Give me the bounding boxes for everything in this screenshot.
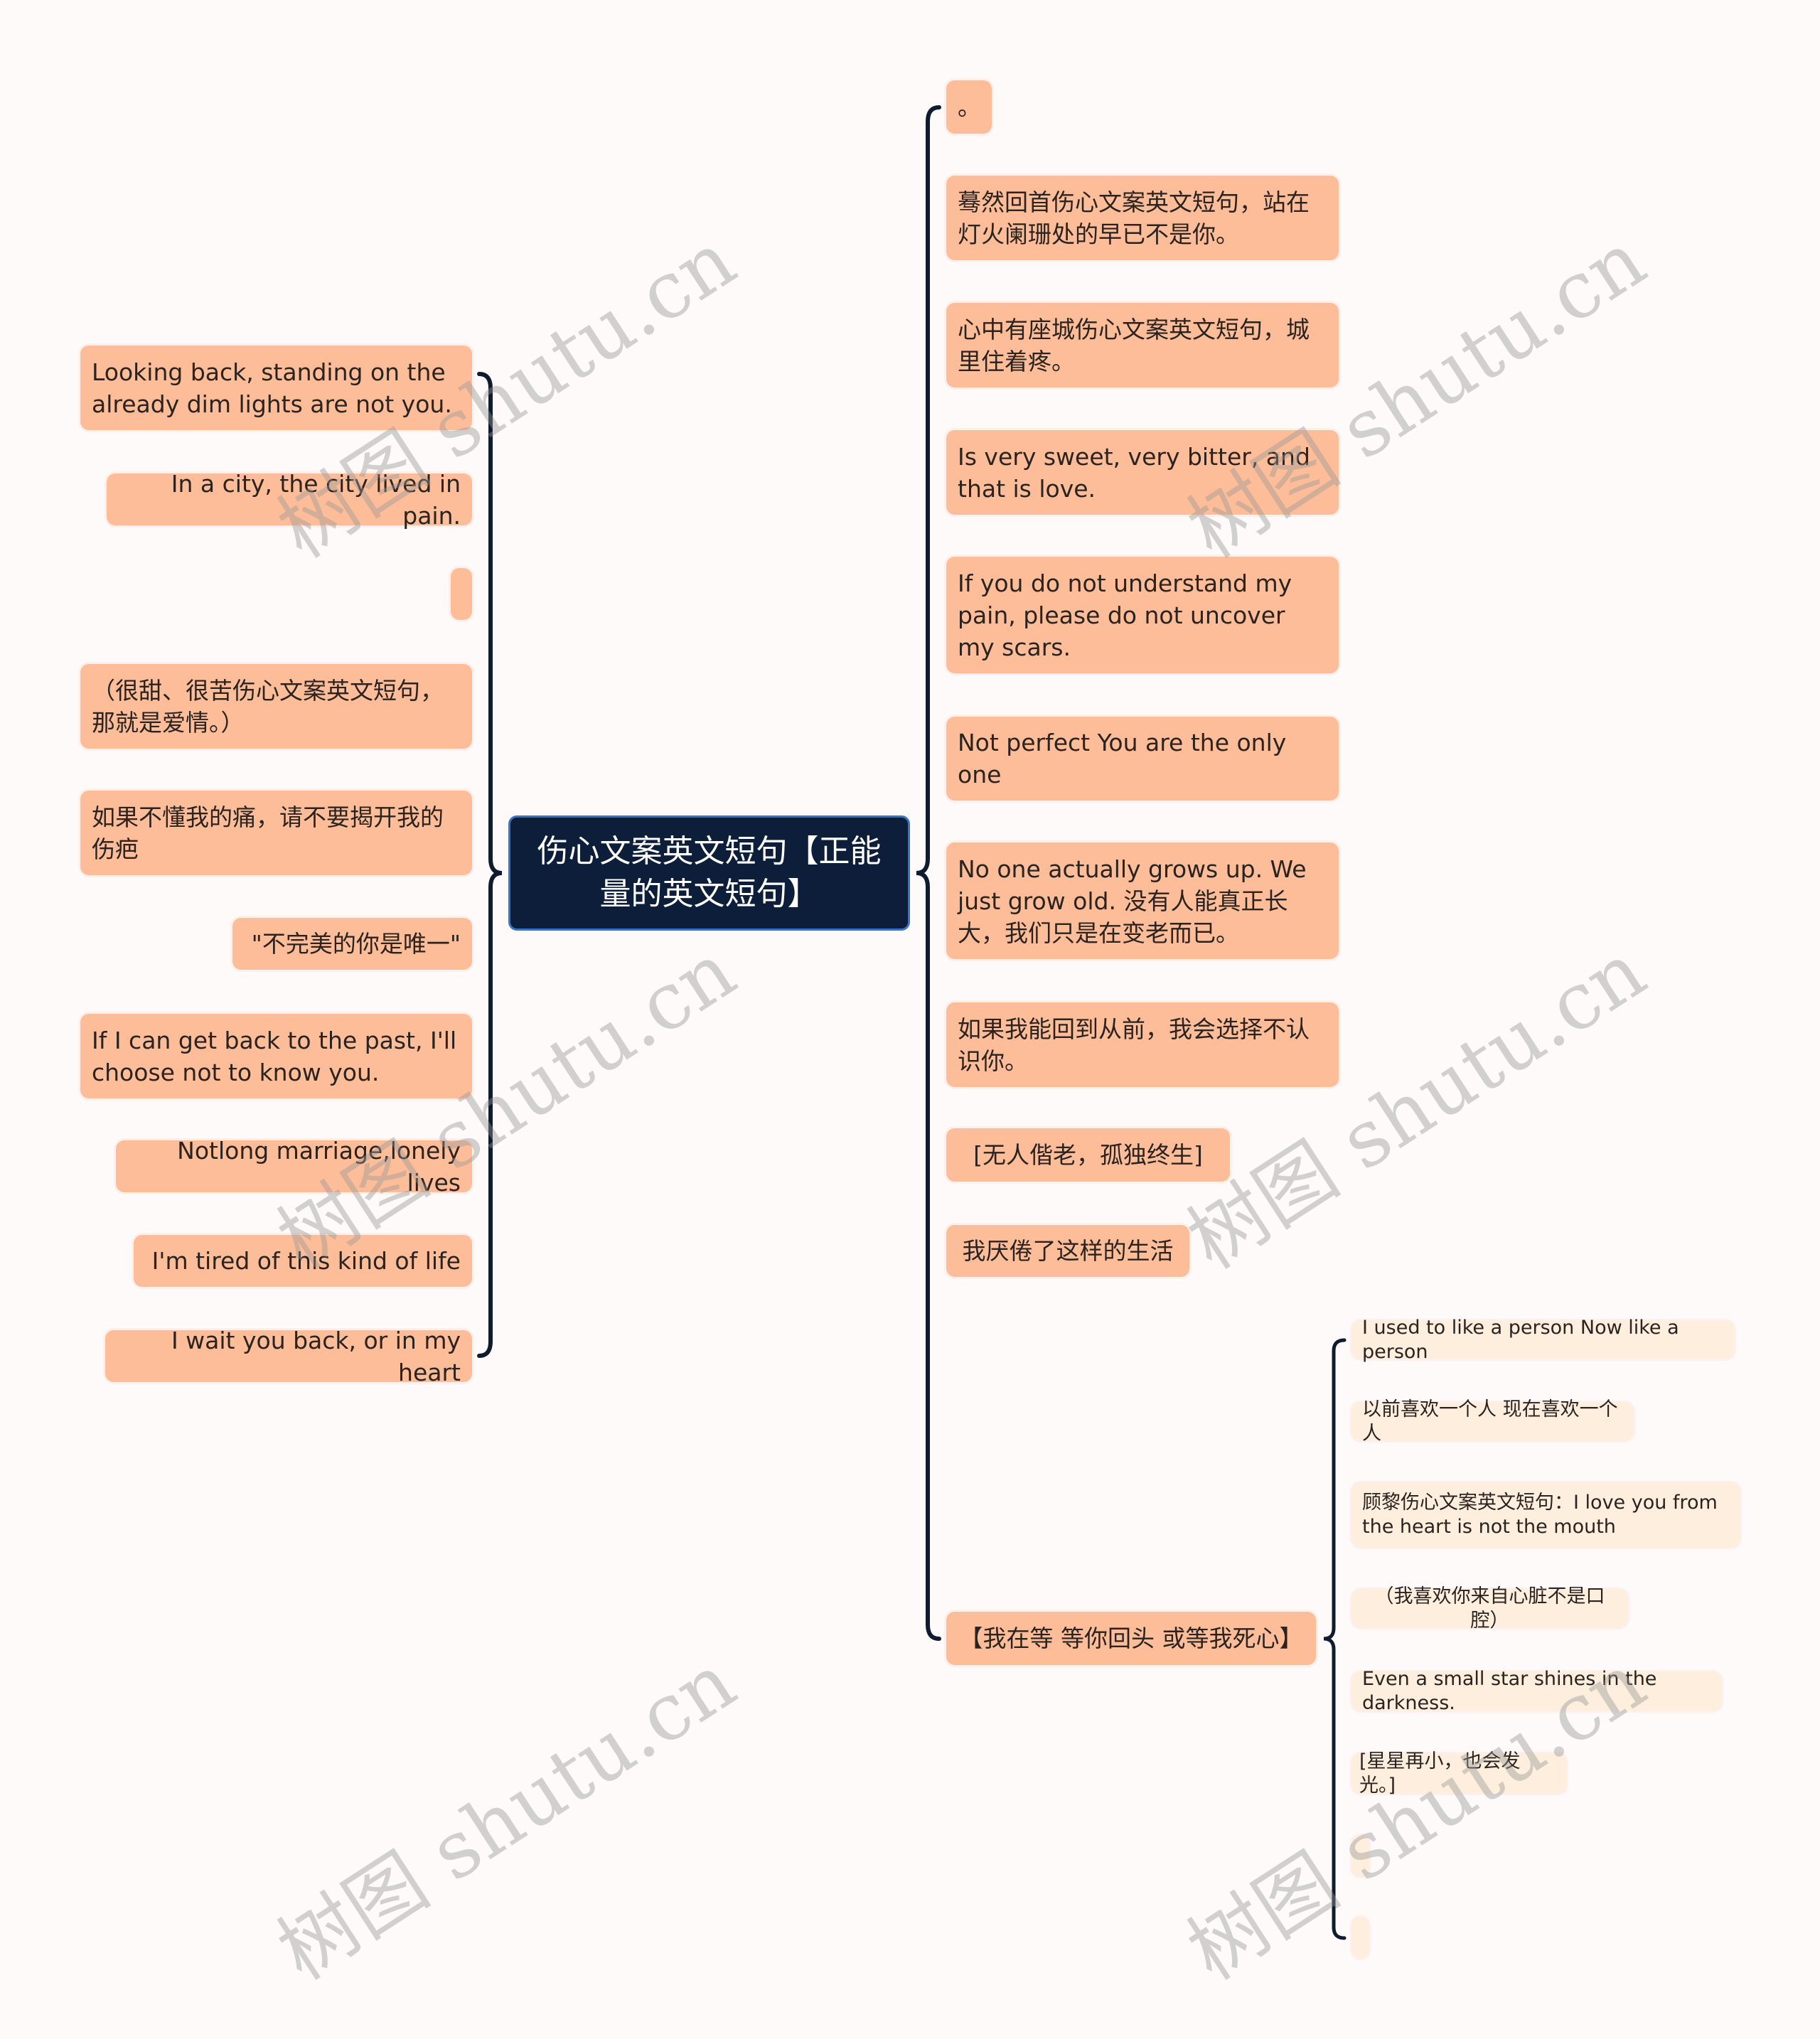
sub-node-7-empty[interactable] xyxy=(1352,1836,1369,1876)
right-node-4[interactable]: Is very sweet, very bitter, and that is … xyxy=(946,430,1339,515)
node-text: "不完美的你是唯一" xyxy=(251,930,461,958)
left-node-6[interactable]: "不完美的你是唯一" xyxy=(232,918,472,970)
node-text: 蓦然回首伤心文案英文短句，站在灯火阑珊处的早已不是你。 xyxy=(958,188,1310,248)
node-text: I used to like a person Now like a perso… xyxy=(1362,1316,1679,1363)
node-text: Notlong marriage,lonely lives xyxy=(177,1136,461,1197)
watermark: 树图 shutu.cn xyxy=(1172,925,1661,1287)
sub-node-3[interactable]: 顾黎伤心文案英文短句：I love you from the heart is … xyxy=(1352,1483,1740,1547)
right-node-2[interactable]: 蓦然回首伤心文案英文短句，站在灯火阑珊处的早已不是你。 xyxy=(946,176,1339,260)
left-node-4[interactable]: （很甜、很苦伤心文案英文短句，那就是爱情。） xyxy=(80,664,472,749)
node-text: Not perfect You are the only one xyxy=(958,729,1287,788)
right-node-3[interactable]: 心中有座城伤心文案英文短句，城里住着疼。 xyxy=(946,303,1339,387)
node-text: （很甜、很苦伤心文案英文短句，那就是爱情。） xyxy=(92,676,444,737)
node-text: 。 xyxy=(958,93,981,121)
left-node-3-empty[interactable] xyxy=(451,568,472,620)
sub-node-5[interactable]: Even a small star shines in the darkness… xyxy=(1352,1668,1721,1714)
node-text: Looking back, standing on the already di… xyxy=(92,358,452,418)
node-text: （我喜欢你来自心脏不是口腔） xyxy=(1374,1585,1605,1632)
left-branch-bracket xyxy=(477,372,503,1358)
node-text: 顾黎伤心文案英文短句：I love you from the heart is … xyxy=(1362,1492,1718,1538)
watermark: 树图 shutu.cn xyxy=(262,1636,751,1998)
left-node-7[interactable]: If I can get back to the past, I'll choo… xyxy=(80,1014,472,1098)
node-text: Even a small star shines in the darkness… xyxy=(1362,1668,1657,1714)
right-node-7[interactable]: No one actually grows up. We just grow o… xyxy=(946,842,1339,959)
right-node-1[interactable]: 。 xyxy=(946,80,992,134)
node-text: 如果我能回到从前，我会选择不认识你。 xyxy=(958,1015,1310,1075)
left-node-8[interactable]: Notlong marriage,lonely lives xyxy=(116,1137,472,1197)
left-node-10[interactable]: I wait you back, or in my heart xyxy=(105,1327,472,1386)
sub-node-8-empty[interactable] xyxy=(1352,1917,1369,1958)
node-text: If I can get back to the past, I'll choo… xyxy=(92,1026,457,1086)
left-node-5[interactable]: 如果不懂我的痛，请不要揭开我的伤疤 xyxy=(80,791,472,875)
right-node-10[interactable]: 我厌倦了这样的生活 xyxy=(946,1225,1189,1277)
node-text: I wait you back, or in my heart xyxy=(171,1326,461,1386)
sub-node-2[interactable]: 以前喜欢一个人 现在喜欢一个人 xyxy=(1352,1398,1633,1445)
right-node-8[interactable]: 如果我能回到从前，我会选择不认识你。 xyxy=(946,1002,1339,1087)
node-text: Is very sweet, very bitter, and that is … xyxy=(958,442,1310,503)
node-text: No one actually grows up. We just grow o… xyxy=(958,855,1307,947)
node-text: I'm tired of this kind of life xyxy=(151,1247,461,1275)
node-text: [星星再小，也会发光。] xyxy=(1359,1750,1521,1797)
sub-branch-bracket xyxy=(1323,1338,1347,1940)
root-node[interactable]: 伤心文案英文短句【正能量的英文短句】 xyxy=(508,815,910,931)
right-node-6[interactable]: Not perfect You are the only one xyxy=(946,717,1339,801)
node-text: 【我在等 等你回头 或等我死心】 xyxy=(959,1625,1303,1652)
sub-node-6[interactable]: [星星再小，也会发光。] xyxy=(1352,1750,1566,1797)
node-text: [无人偕老，孤独终生] xyxy=(973,1141,1203,1169)
left-node-9[interactable]: I'm tired of this kind of life xyxy=(134,1235,472,1287)
left-node-2[interactable]: In a city, the city lived in pain. xyxy=(107,470,472,530)
left-node-1[interactable]: Looking back, standing on the already di… xyxy=(80,346,472,430)
right-branch-bracket xyxy=(916,105,941,1641)
root-title: 伤心文案英文短句【正能量的英文短句】 xyxy=(537,833,882,912)
node-text: In a city, the city lived in pain. xyxy=(171,469,461,530)
sub-node-4[interactable]: （我喜欢你来自心脏不是口腔） xyxy=(1352,1585,1627,1632)
node-text: 心中有座城伤心文案英文短句，城里住着疼。 xyxy=(958,315,1310,375)
node-text: 我厌倦了这样的生活 xyxy=(962,1237,1174,1265)
right-node-9[interactable]: [无人偕老，孤独终生] xyxy=(946,1128,1230,1182)
sub-node-1[interactable]: I used to like a person Now like a perso… xyxy=(1352,1317,1734,1363)
node-text: 如果不懂我的痛，请不要揭开我的伤疤 xyxy=(92,803,444,863)
right-node-5[interactable]: If you do not understand my pain, please… xyxy=(946,557,1339,673)
node-text: If you do not understand my pain, please… xyxy=(958,569,1292,661)
right-node-11-parent[interactable]: 【我在等 等你回头 或等我死心】 xyxy=(946,1612,1316,1665)
node-text: 以前喜欢一个人 现在喜欢一个人 xyxy=(1362,1398,1618,1445)
